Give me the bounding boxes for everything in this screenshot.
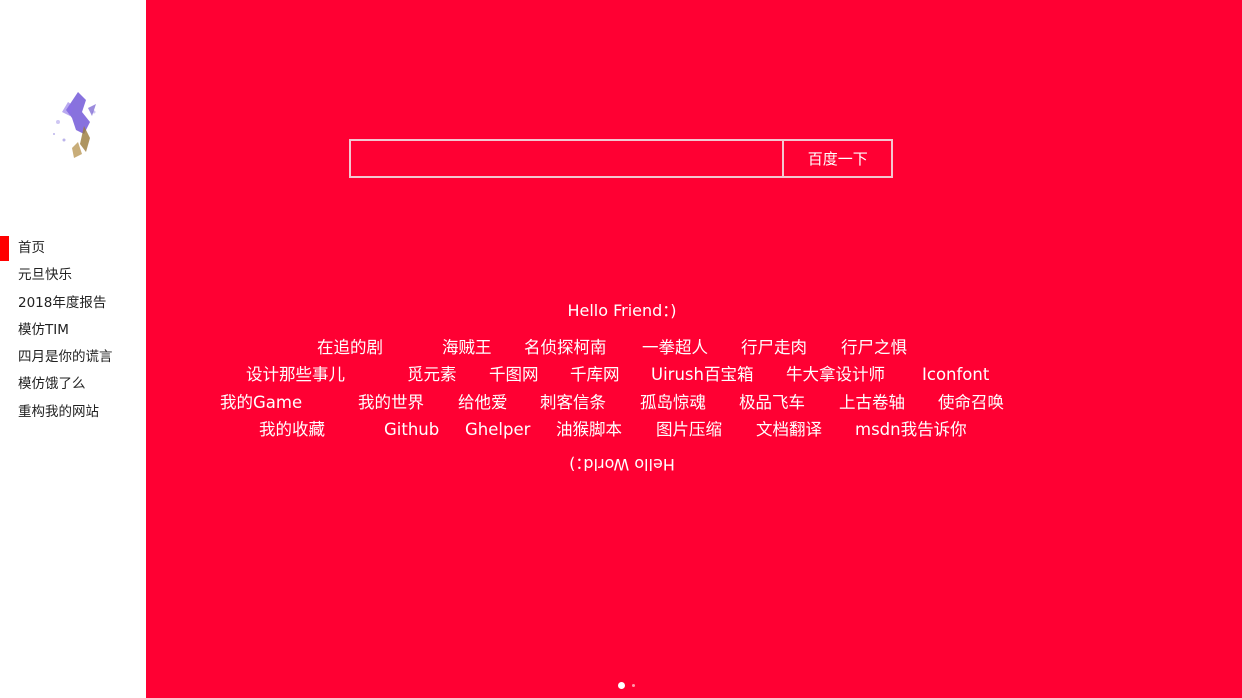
link-item[interactable]: msdn我告诉你 [855,418,967,442]
link-item[interactable]: 刺客信条 [540,391,606,415]
search-button[interactable]: 百度一下 [782,139,893,178]
link-item[interactable]: 文档翻译 [756,418,822,442]
sidebar: 首页 元旦快乐 2018年度报告 模仿TIM 四月是你的谎言 模仿饿了么 重构我的网站 [0,0,146,698]
link-item[interactable]: 一拳超人 [642,336,708,360]
link-item[interactable]: Github [384,418,439,442]
sidebar-nav: 首页 元旦快乐 2018年度报告 模仿TIM 四月是你的谎言 模仿饿了么 重构我的网站 [0,235,146,426]
link-item[interactable]: 极品飞车 [739,391,805,415]
link-item[interactable]: 给他爱 [458,391,508,415]
link-item[interactable]: 海贼王 [442,336,492,360]
link-item[interactable]: 我的世界 [358,391,424,415]
link-item[interactable]: 使命召唤 [938,391,1004,415]
link-category-1[interactable]: 设计那些事儿 [246,363,345,387]
link-item[interactable]: 行尸之惧 [841,336,907,360]
pagination-dot-active[interactable] [618,682,625,689]
link-item[interactable]: Iconfont [922,363,989,387]
link-item[interactable]: 千库网 [570,363,620,387]
sidebar-item-1[interactable]: 元旦快乐 [0,262,146,289]
sidebar-item-2[interactable]: 2018年度报告 [0,290,146,317]
link-item[interactable]: 名侦探柯南 [524,336,607,360]
pagination-dots [616,680,646,690]
link-item[interactable]: Ghelper [465,418,530,442]
main-panel: 百度一下 Hello Friend：) 在追的剧 海贼王 名侦探柯南 一拳超人 行尸走肉… [146,0,1242,698]
link-item[interactable]: 图片压缩 [656,418,722,442]
pagination-dot[interactable] [632,684,635,687]
link-item[interactable]: 上古卷轴 [839,391,905,415]
sidebar-item-6[interactable]: 重构我的网站 [0,399,146,426]
search-input[interactable] [349,139,783,178]
greeting-text: Hello Friend：) [567,301,677,320]
avatar[interactable] [38,82,108,168]
link-item[interactable]: 牛大拿设计师 [786,363,885,387]
avatar-illustration [53,92,96,158]
sidebar-item-4[interactable]: 四月是你的谎言 [0,344,146,371]
link-item[interactable]: 千图网 [489,363,539,387]
sidebar-item-0[interactable]: 首页 [0,235,146,262]
link-item[interactable]: 油猴脚本 [556,418,622,442]
link-item[interactable]: 孤岛惊魂 [640,391,706,415]
farewell-text: Hello World：) [569,455,675,474]
search-box: 百度一下 [349,139,893,178]
link-item[interactable]: Uirush百宝箱 [651,363,753,387]
sidebar-item-3[interactable]: 模仿TIM [0,317,146,344]
link-category-0[interactable]: 在追的剧 [317,336,383,360]
sidebar-item-5[interactable]: 模仿饿了么 [0,371,146,398]
link-item[interactable]: 觅元素 [407,363,457,387]
link-category-2[interactable]: 我的Game [220,391,302,415]
link-item[interactable]: 行尸走肉 [741,336,807,360]
link-category-3[interactable]: 我的收藏 [259,418,325,442]
